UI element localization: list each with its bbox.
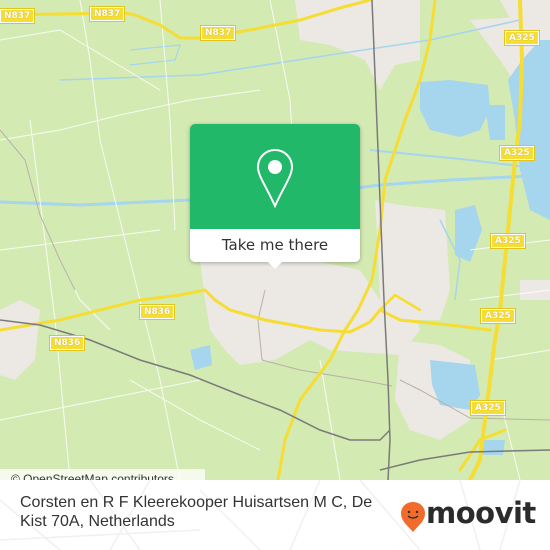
footer: Corsten en R F Kleerekooper Huisartsen M… bbox=[0, 480, 550, 550]
road-label-a325: A325 bbox=[499, 145, 535, 161]
location-popup[interactable]: Take me there bbox=[190, 124, 360, 269]
road-label-a325: A325 bbox=[470, 400, 506, 416]
moovit-pin-icon bbox=[401, 502, 425, 532]
place-address: Corsten en R F Kleerekooper Huisartsen M… bbox=[20, 494, 373, 530]
road-label-n837: N837 bbox=[0, 8, 36, 24]
road-label-a325: A325 bbox=[504, 30, 540, 46]
road-label-a325: A325 bbox=[480, 308, 516, 324]
popup-pointer bbox=[267, 261, 283, 269]
road-label-n837: N837 bbox=[199, 25, 237, 41]
take-me-there-button[interactable]: Take me there bbox=[190, 229, 360, 262]
map-attribution[interactable]: © OpenStreetMap contributors bbox=[0, 469, 205, 480]
location-pin-icon bbox=[256, 148, 294, 209]
road-label-n836: N836 bbox=[138, 304, 176, 320]
road-label-n836: N836 bbox=[48, 335, 86, 351]
popup-header[interactable] bbox=[190, 124, 360, 229]
road-label-a325: A325 bbox=[490, 233, 526, 249]
road-label-n837: N837 bbox=[88, 6, 126, 22]
moovit-logo[interactable]: moovit bbox=[400, 496, 540, 534]
moovit-wordmark: moovit bbox=[426, 496, 536, 530]
map-view[interactable]: N837 N837 N837 A325 A325 A325 A325 A325 … bbox=[0, 0, 550, 480]
